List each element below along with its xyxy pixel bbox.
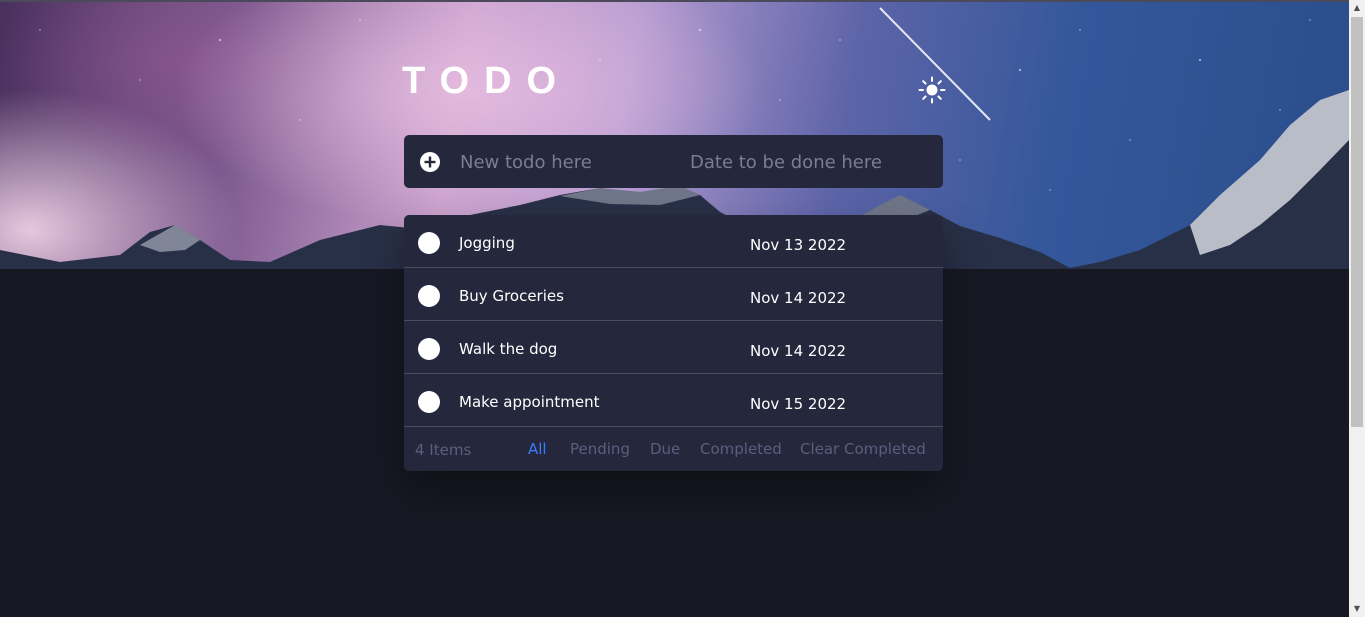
app-title: TODO <box>402 60 572 102</box>
todo-date: Nov 13 2022 <box>750 236 847 254</box>
window-top-border <box>0 0 1349 2</box>
complete-checkbox[interactable] <box>418 338 440 360</box>
scroll-down-arrow-icon[interactable]: ▼ <box>1349 601 1365 617</box>
scroll-thumb[interactable] <box>1351 17 1363 427</box>
plus-circle-icon <box>420 152 440 172</box>
theme-toggle-button[interactable] <box>918 76 946 104</box>
todo-text[interactable]: Buy Groceries <box>459 286 564 306</box>
filter-all-button[interactable]: All <box>528 440 547 458</box>
vertical-scrollbar[interactable]: ▲ ▼ <box>1349 0 1365 617</box>
todo-date: Nov 15 2022 <box>750 395 847 413</box>
complete-checkbox[interactable] <box>418 285 440 307</box>
todo-date: Nov 14 2022 <box>750 342 847 360</box>
new-todo-input[interactable] <box>460 147 680 177</box>
complete-checkbox[interactable] <box>418 391 440 413</box>
filter-due-button[interactable]: Due <box>650 440 680 458</box>
todo-item: Walk the dog Nov 14 2022 <box>404 321 943 374</box>
new-todo-bar <box>404 135 943 188</box>
scroll-up-arrow-icon[interactable]: ▲ <box>1349 0 1365 16</box>
todo-text[interactable]: Jogging <box>459 233 515 253</box>
todo-text[interactable]: Make appointment <box>459 392 599 412</box>
todo-item: Buy Groceries Nov 14 2022 <box>404 268 943 321</box>
items-count: 4 Items <box>415 441 472 459</box>
todo-item: Make appointment Nov 15 2022 <box>404 374 943 427</box>
todo-list: Jogging Nov 13 2022 Buy Groceries Nov 14… <box>404 215 943 471</box>
complete-checkbox[interactable] <box>418 232 440 254</box>
filter-pending-button[interactable]: Pending <box>570 440 630 458</box>
sun-icon <box>918 76 946 104</box>
filter-completed-button[interactable]: Completed <box>700 440 782 458</box>
clear-completed-button[interactable]: Clear Completed <box>800 440 926 458</box>
todo-item: Jogging Nov 13 2022 <box>404 215 943 268</box>
todo-date: Nov 14 2022 <box>750 289 847 307</box>
add-todo-button[interactable] <box>419 151 441 173</box>
todo-text[interactable]: Walk the dog <box>459 339 557 359</box>
due-date-input[interactable] <box>690 147 925 177</box>
list-footer: 4 Items All Pending Due Completed Clear … <box>404 427 943 471</box>
